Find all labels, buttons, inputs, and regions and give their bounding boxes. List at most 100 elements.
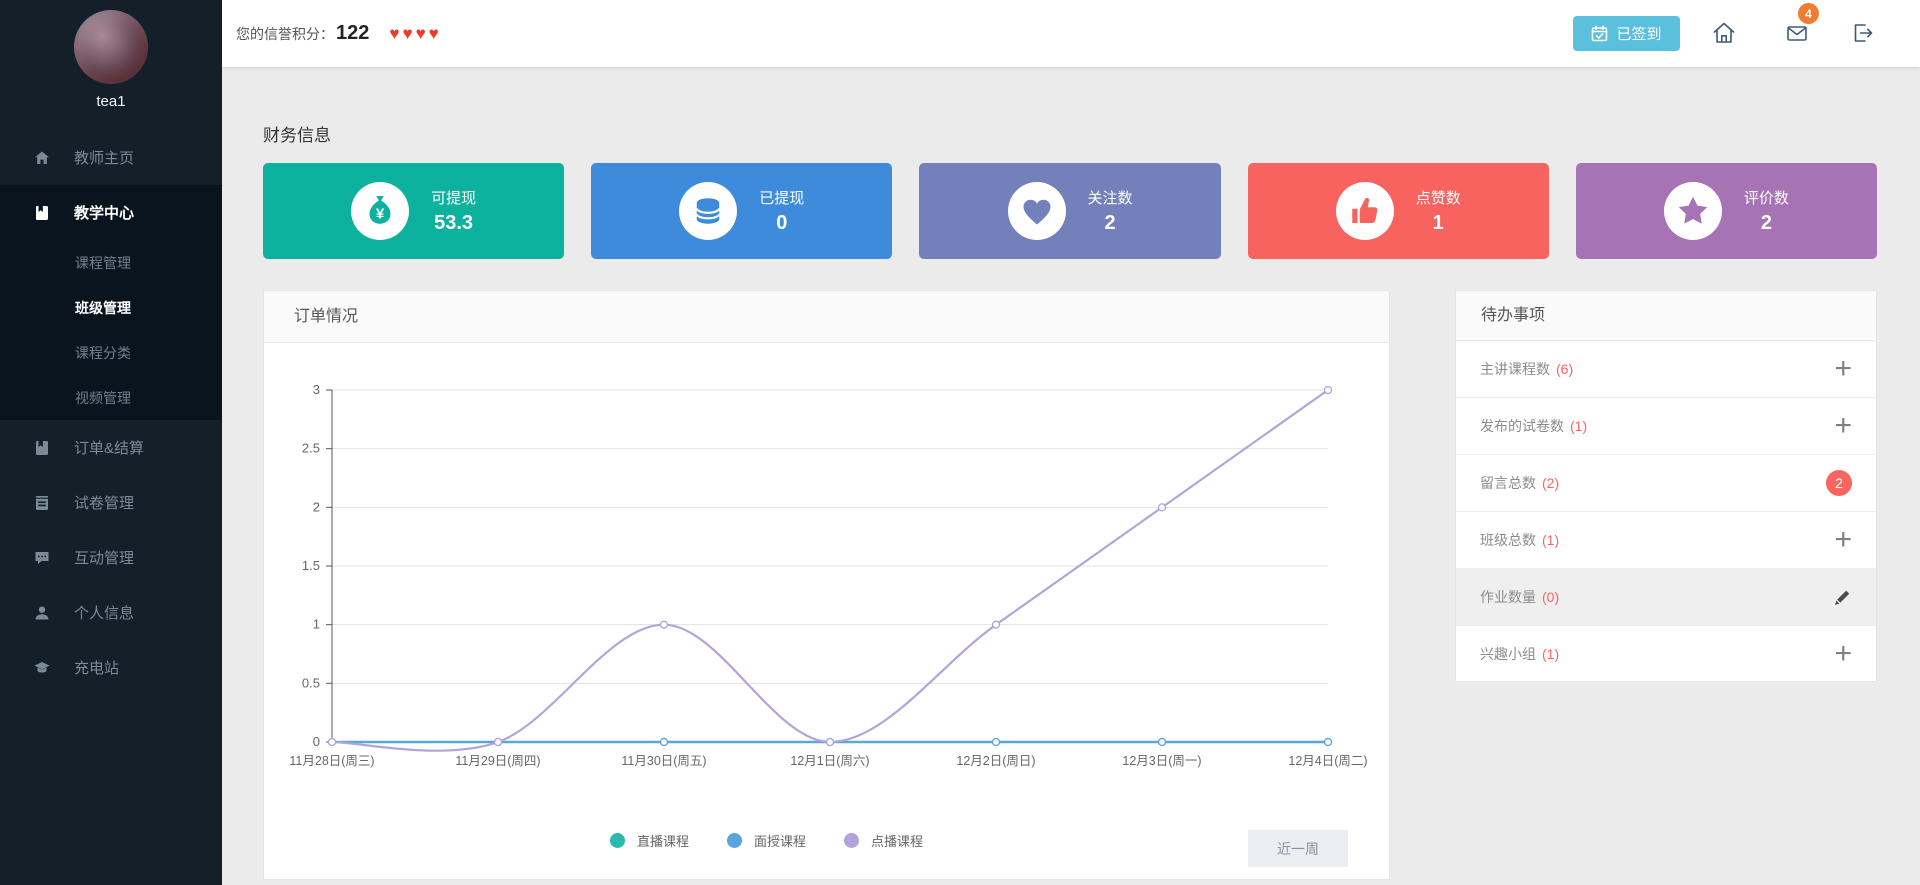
card-ratings: 评价数 2 bbox=[1576, 163, 1877, 259]
todo-label: 作业数量 bbox=[1480, 587, 1536, 607]
finance-cards: ¥ 可提现 53.3 已提现 0 关注数 2 bbox=[263, 163, 1877, 259]
sidebar-item-label: 个人信息 bbox=[74, 602, 134, 623]
todo-row-messages[interactable]: 留言总数 (2) 2 bbox=[1456, 455, 1876, 512]
submenu-label: 课程分类 bbox=[75, 343, 131, 363]
coins-icon bbox=[679, 182, 737, 240]
card-value: 2 bbox=[1744, 212, 1789, 235]
legend-item-inperson[interactable]: 面授课程 bbox=[727, 831, 806, 850]
sidebar-item-label: 试卷管理 bbox=[74, 492, 134, 513]
orders-icon bbox=[34, 440, 52, 456]
todo-label: 兴趣小组 bbox=[1480, 644, 1536, 664]
card-label: 关注数 bbox=[1088, 187, 1133, 208]
legend-dot bbox=[844, 833, 859, 848]
sidebar-item-exam-mgmt[interactable]: 试卷管理 bbox=[0, 475, 222, 530]
sidebar-item-teaching-center[interactable]: 教学中心 bbox=[0, 185, 222, 240]
credit-value: 122 bbox=[336, 22, 369, 45]
chat-icon bbox=[34, 550, 52, 566]
home-icon[interactable] bbox=[1710, 19, 1738, 47]
thumbup-icon bbox=[1336, 182, 1394, 240]
sidebar-item-label: 订单&结算 bbox=[74, 437, 144, 458]
profile-icon bbox=[34, 605, 52, 621]
todo-row-classes[interactable]: 班级总数 (1) + bbox=[1456, 512, 1876, 569]
plus-icon[interactable]: + bbox=[1834, 530, 1852, 550]
topbar: 您的信誉积分： 122 ♥♥♥♥ 已签到 4 bbox=[222, 0, 1920, 67]
card-label: 已提现 bbox=[759, 187, 804, 208]
plus-icon[interactable]: + bbox=[1834, 359, 1852, 379]
pencil-icon[interactable] bbox=[1833, 588, 1852, 607]
star-icon bbox=[1664, 182, 1722, 240]
svg-text:3: 3 bbox=[313, 382, 320, 397]
range-week-button[interactable]: 近一周 bbox=[1248, 830, 1348, 867]
sidebar-item-teacher-home[interactable]: 教师主页 bbox=[0, 130, 222, 185]
credit-score: 您的信誉积分： 122 ♥♥♥♥ bbox=[236, 0, 442, 67]
legend-dot bbox=[727, 833, 742, 848]
order-chart: 00.511.522.5311月28日(周三)11月29日(周四)11月30日(… bbox=[264, 343, 1391, 783]
home-icon bbox=[34, 150, 52, 166]
todo-count: (2) bbox=[1542, 475, 1559, 491]
svg-text:12月3日(周一): 12月3日(周一) bbox=[1122, 754, 1201, 768]
username: tea1 bbox=[0, 93, 222, 110]
chart-legend: 直播课程 面授课程 点播课程 bbox=[204, 831, 1329, 850]
svg-text:12月1日(周六): 12月1日(周六) bbox=[790, 754, 869, 768]
todo-label: 发布的试卷数 bbox=[1480, 416, 1564, 436]
sidebar-item-charging-station[interactable]: 充电站 bbox=[0, 640, 222, 695]
todo-label: 班级总数 bbox=[1480, 530, 1536, 550]
submenu-label: 视频管理 bbox=[75, 388, 131, 408]
svg-text:12月2日(周日): 12月2日(周日) bbox=[956, 754, 1035, 768]
card-value: 0 bbox=[759, 212, 804, 235]
card-value: 2 bbox=[1088, 212, 1133, 235]
todo-count: (1) bbox=[1542, 646, 1559, 662]
svg-text:1: 1 bbox=[313, 617, 320, 632]
gradcap-icon bbox=[34, 660, 52, 676]
legend-label: 面授课程 bbox=[754, 831, 806, 850]
sidebar-item-label: 教学中心 bbox=[74, 202, 134, 223]
todo-row-interest-groups[interactable]: 兴趣小组 (1) + bbox=[1456, 626, 1876, 683]
sidebar-menu: 教师主页 教学中心 课程管理 班级管理 课程分类 视频管理 bbox=[0, 130, 222, 695]
finance-section-title: 财务信息 bbox=[263, 121, 331, 146]
legend-item-ondemand[interactable]: 点播课程 bbox=[844, 831, 923, 850]
card-label: 评价数 bbox=[1744, 187, 1789, 208]
avatar bbox=[74, 10, 148, 84]
moneybag-icon: ¥ bbox=[351, 182, 409, 240]
credit-label: 您的信誉积分： bbox=[236, 24, 334, 44]
card-label: 点赞数 bbox=[1416, 187, 1461, 208]
todo-panel: 待办事项 主讲课程数 (6) + 发布的试卷数 (1) + 留言总数 (2) 2… bbox=[1455, 290, 1877, 682]
order-panel: 订单情况 00.511.522.5311月28日(周三)11月29日(周四)11… bbox=[263, 290, 1390, 880]
svg-text:0: 0 bbox=[313, 734, 320, 749]
sidebar-item-label: 互动管理 bbox=[74, 547, 134, 568]
sidebar-subitem-video-mgmt[interactable]: 视频管理 bbox=[0, 375, 222, 420]
sidebar-item-label: 教师主页 bbox=[74, 147, 134, 168]
legend-item-live[interactable]: 直播课程 bbox=[610, 831, 689, 850]
submenu-label: 课程管理 bbox=[75, 253, 131, 273]
todo-row-exams[interactable]: 发布的试卷数 (1) + bbox=[1456, 398, 1876, 455]
card-followers: 关注数 2 bbox=[919, 163, 1220, 259]
todo-row-courses[interactable]: 主讲课程数 (6) + bbox=[1456, 341, 1876, 398]
svg-text:12月4日(周二): 12月4日(周二) bbox=[1288, 754, 1367, 768]
todo-count: (6) bbox=[1556, 361, 1573, 377]
legend-label: 点播课程 bbox=[871, 831, 923, 850]
svg-text:11月28日(周三): 11月28日(周三) bbox=[289, 754, 374, 768]
mail-badge: 4 bbox=[1798, 3, 1819, 24]
todo-row-homework[interactable]: 作业数量 (0) bbox=[1456, 569, 1876, 626]
logout-icon[interactable] bbox=[1848, 19, 1876, 47]
sidebar-item-interaction-mgmt[interactable]: 互动管理 bbox=[0, 530, 222, 585]
sidebar-section-teaching-center: 教学中心 课程管理 班级管理 课程分类 视频管理 bbox=[0, 185, 222, 420]
sidebar-subitem-course-mgmt[interactable]: 课程管理 bbox=[0, 240, 222, 285]
signin-label: 已签到 bbox=[1616, 23, 1661, 44]
sidebar-subitem-course-category[interactable]: 课程分类 bbox=[0, 330, 222, 375]
plus-icon[interactable]: + bbox=[1834, 644, 1852, 664]
sidebar: tea1 教师主页 教学中心 课程管理 班级管理 课程分类 bbox=[0, 0, 222, 885]
card-value: 53.3 bbox=[431, 212, 476, 235]
signed-in-button[interactable]: 已签到 bbox=[1573, 16, 1680, 51]
plus-icon[interactable]: + bbox=[1834, 416, 1852, 436]
sidebar-subitem-class-mgmt[interactable]: 班级管理 bbox=[0, 285, 222, 330]
svg-text:11月30日(周五): 11月30日(周五) bbox=[621, 754, 706, 768]
todo-count: (1) bbox=[1542, 532, 1559, 548]
todo-count: (1) bbox=[1570, 418, 1587, 434]
todo-panel-title: 待办事项 bbox=[1456, 291, 1876, 341]
sidebar-item-personal-info[interactable]: 个人信息 bbox=[0, 585, 222, 640]
message-count-badge: 2 bbox=[1826, 470, 1852, 496]
svg-text:¥: ¥ bbox=[376, 206, 385, 223]
card-value: 1 bbox=[1416, 212, 1461, 235]
sidebar-item-orders-settlement[interactable]: 订单&结算 bbox=[0, 420, 222, 475]
